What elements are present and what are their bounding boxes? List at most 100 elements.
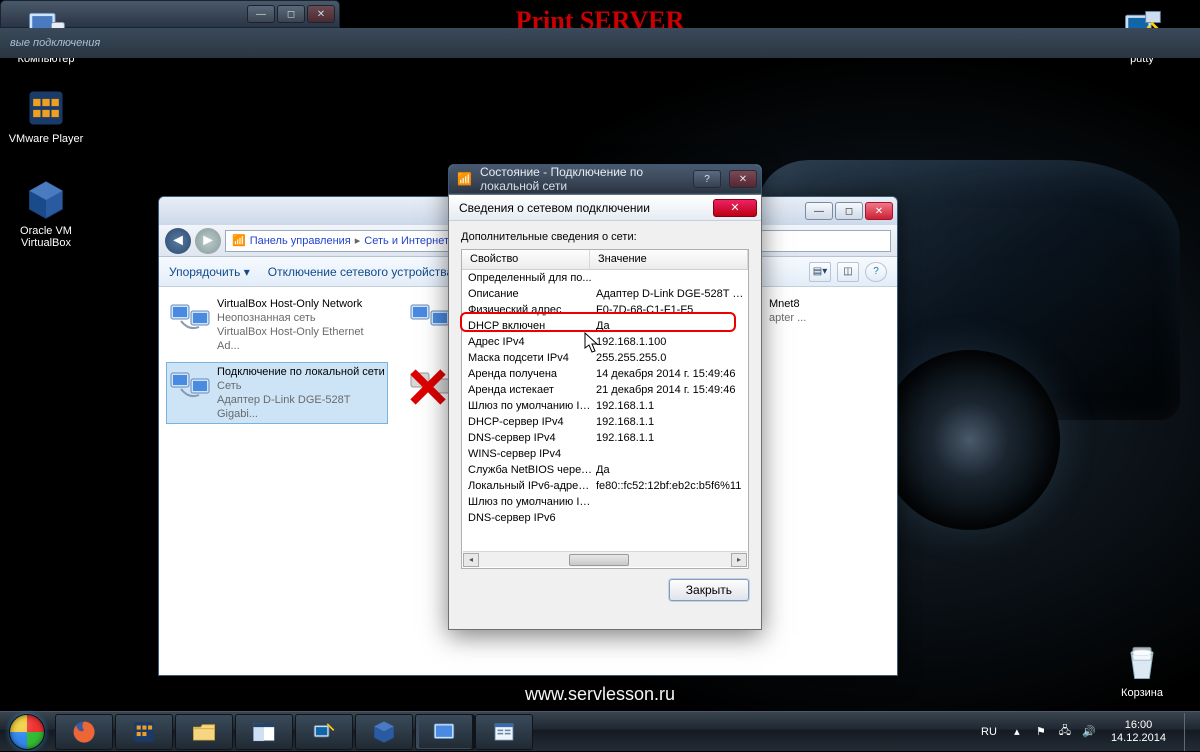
- disabled-x-icon: [407, 367, 449, 407]
- detail-row[interactable]: ОписаниеАдаптер D-Link DGE-528T Gigabit …: [462, 286, 748, 302]
- detail-row[interactable]: Определенный для по...: [462, 270, 748, 286]
- breadcrumb-icon: 📶: [232, 234, 246, 247]
- tray-show-hidden-icon[interactable]: ▴: [1009, 724, 1025, 740]
- network-adapter-item[interactable]: Mnet8apter ...: [767, 295, 887, 355]
- footer-url: www.servlesson.ru: [525, 684, 675, 705]
- mouse-cursor: [584, 332, 600, 354]
- detail-row[interactable]: Служба NetBIOS через...Да: [462, 462, 748, 478]
- taskbar-firefox[interactable]: [55, 714, 113, 750]
- minimize-button[interactable]: —: [247, 5, 275, 23]
- tray-action-center-icon[interactable]: ⚑: [1033, 724, 1049, 740]
- detail-row[interactable]: Аренда получена14 декабря 2014 г. 15:49:…: [462, 366, 748, 382]
- detail-property: Аренда получена: [462, 366, 592, 382]
- close-button[interactable]: ✕: [865, 202, 893, 220]
- organize-menu[interactable]: Упорядочить ▾: [169, 265, 250, 279]
- detail-row[interactable]: DNS-сервер IPv4192.168.1.1: [462, 430, 748, 446]
- taskbar-vmware[interactable]: [115, 714, 173, 750]
- network-adapter-item[interactable]: VirtualBox Host-Only NetworkНеопознанная…: [167, 295, 387, 355]
- nav-forward-button[interactable]: ►: [195, 228, 221, 254]
- window-connection-status: 📶 Состояние - Подключение по локальной с…: [448, 164, 762, 194]
- desktop-icon-label: VMware Player: [8, 133, 84, 145]
- close-button[interactable]: ✕: [307, 5, 335, 23]
- taskbar-totalcmd[interactable]: [235, 714, 293, 750]
- tray-date: 14.12.2014: [1111, 732, 1166, 745]
- window-sub-text: вые подключения: [0, 28, 1200, 58]
- desktop-icon-recycle[interactable]: Корзина: [1104, 640, 1180, 699]
- help-button[interactable]: ?: [693, 170, 721, 188]
- detail-row[interactable]: Маска подсети IPv4255.255.255.0: [462, 350, 748, 366]
- tray-clock[interactable]: 16:00 14.12.2014: [1105, 719, 1172, 745]
- maximize-button[interactable]: ◻: [835, 202, 863, 220]
- detail-property: DHCP включен: [462, 318, 592, 334]
- detail-row[interactable]: Адрес IPv4192.168.1.100: [462, 334, 748, 350]
- taskbar-putty[interactable]: [295, 714, 353, 750]
- adapter-name: Подключение по локальной сети: [217, 365, 385, 379]
- detail-property: Шлюз по умолчанию IP...: [462, 494, 592, 510]
- taskbar-explorer[interactable]: [175, 714, 233, 750]
- scroll-left-arrow[interactable]: ◂: [463, 553, 479, 567]
- dialog-subtitle: Дополнительные сведения о сети:: [461, 231, 749, 243]
- detail-row[interactable]: DHCP включенДа: [462, 318, 748, 334]
- horizontal-scrollbar[interactable]: ◂ ▸: [463, 551, 747, 567]
- taskbar-network-dialog[interactable]: [475, 714, 533, 750]
- close-button[interactable]: ✕: [729, 170, 757, 188]
- tray-volume-icon[interactable]: 🔊: [1081, 724, 1097, 740]
- network-adapter-icon: [169, 297, 211, 337]
- scroll-right-arrow[interactable]: ▸: [731, 553, 747, 567]
- taskbar-explorer-window[interactable]: [415, 714, 473, 750]
- detail-row[interactable]: Локальный IPv6-адрес...fe80::fc52:12bf:e…: [462, 478, 748, 494]
- network-adapter-icon: [409, 297, 451, 337]
- adapter-name: Mnet8: [769, 297, 806, 311]
- wallpaper-wheel: [880, 350, 1060, 530]
- chevron-right-icon: ▸: [355, 234, 361, 247]
- detail-row[interactable]: Физический адресF0-7D-68-C1-F1-F5: [462, 302, 748, 318]
- breadcrumb-b[interactable]: Сеть и Интернет: [364, 235, 449, 247]
- disable-device-button[interactable]: Отключение сетевого устройства: [268, 265, 453, 279]
- scroll-thumb[interactable]: [569, 554, 629, 566]
- show-desktop-button[interactable]: [1184, 713, 1194, 751]
- detail-value: 192.168.1.100: [592, 334, 748, 350]
- detail-row[interactable]: DNS-сервер IPv6: [462, 510, 748, 526]
- language-indicator[interactable]: RU: [977, 724, 1001, 740]
- detail-value: 14 декабря 2014 г. 15:49:46: [592, 366, 748, 382]
- dialog-title: Сведения о сетевом подключении: [459, 201, 650, 215]
- column-property[interactable]: Свойство: [462, 250, 590, 269]
- minimize-button[interactable]: —: [805, 202, 833, 220]
- detail-property: Шлюз по умолчанию IP...: [462, 398, 592, 414]
- breadcrumb-a[interactable]: Панель управления: [250, 235, 351, 247]
- detail-row[interactable]: Аренда истекает21 декабря 2014 г. 15:49:…: [462, 382, 748, 398]
- taskbar-virtualbox[interactable]: [355, 714, 413, 750]
- preview-pane-button[interactable]: ◫: [837, 262, 859, 282]
- network-adapter-item-selected[interactable]: Подключение по локальной сетиСетьАдаптер…: [167, 363, 387, 423]
- network-adapter-icon: [169, 365, 211, 405]
- detail-value: fe80::fc52:12bf:eb2c:b5f6%11: [592, 478, 748, 494]
- details-listview[interactable]: Свойство Значение Определенный для по...…: [461, 249, 749, 569]
- network-adapter-item[interactable]: VMНеVir: [407, 295, 447, 355]
- detail-property: DHCP-сервер IPv4: [462, 414, 592, 430]
- desktop-icon-virtualbox[interactable]: Oracle VM VirtualBox: [8, 178, 84, 249]
- maximize-button[interactable]: ◻: [277, 5, 305, 23]
- system-tray: RU ▴ ⚑ 🖧 🔊 16:00 14.12.2014: [977, 712, 1200, 751]
- help-button[interactable]: ?: [865, 262, 887, 282]
- titlebar[interactable]: 📶 Состояние - Подключение по локальной с…: [449, 165, 761, 193]
- detail-property: Физический адрес: [462, 302, 592, 318]
- detail-property: Адрес IPv4: [462, 334, 592, 350]
- nav-back-button[interactable]: ◄: [165, 228, 191, 254]
- close-dialog-button[interactable]: Закрыть: [669, 579, 749, 601]
- detail-row[interactable]: WINS-сервер IPv4: [462, 446, 748, 462]
- start-button[interactable]: [0, 712, 54, 752]
- network-adapter-item[interactable]: По2Се: [407, 363, 447, 423]
- listview-header[interactable]: Свойство Значение: [462, 250, 748, 270]
- view-mode-button[interactable]: ▤▾: [809, 262, 831, 282]
- column-value[interactable]: Значение: [590, 250, 748, 269]
- adapter-device: VirtualBox Host-Only Ethernet Ad...: [217, 325, 385, 353]
- detail-row[interactable]: Шлюз по умолчанию IP...: [462, 494, 748, 510]
- close-button[interactable]: ✕: [713, 199, 757, 217]
- dialog-titlebar[interactable]: Сведения о сетевом подключении ✕: [449, 195, 761, 221]
- detail-property: Описание: [462, 286, 592, 302]
- wifi-icon: 📶: [457, 172, 472, 186]
- tray-network-icon[interactable]: 🖧: [1057, 724, 1073, 740]
- detail-row[interactable]: DHCP-сервер IPv4192.168.1.1: [462, 414, 748, 430]
- desktop-icon-vmware[interactable]: VMware Player: [8, 86, 84, 145]
- detail-row[interactable]: Шлюз по умолчанию IP...192.168.1.1: [462, 398, 748, 414]
